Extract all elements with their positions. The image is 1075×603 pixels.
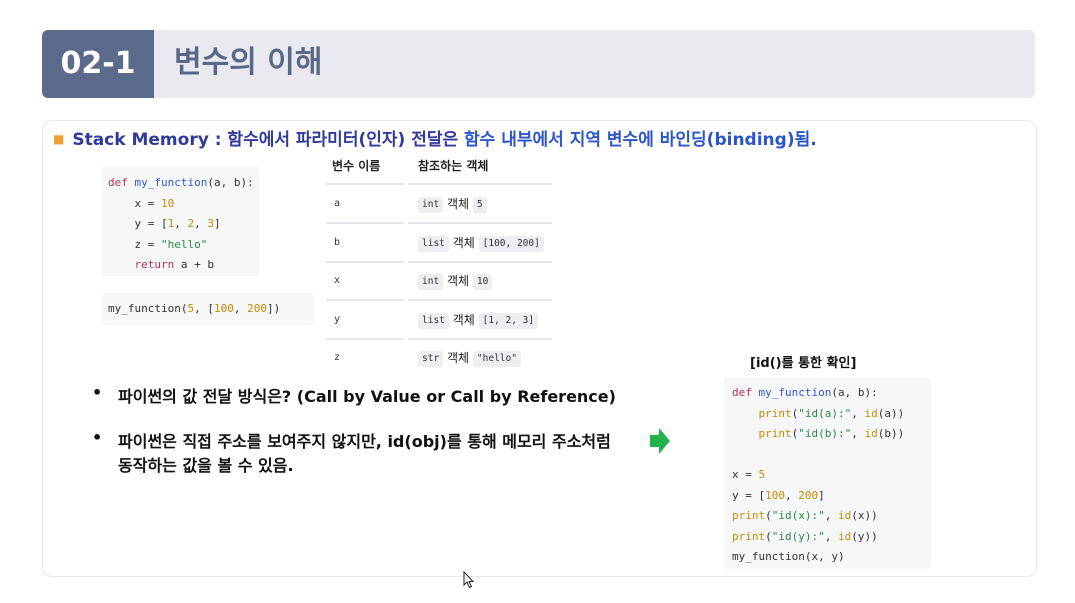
code-id-check: def my_function(a, b): print("id(a):", i… <box>724 378 931 569</box>
bullet-text-cont: 동작하는 값을 볼 수 있음. <box>118 456 294 475</box>
table-row: x int 객체 10 <box>326 262 552 300</box>
code-line: print("id(b):", id(b)) <box>732 427 905 440</box>
code-line: def my_function(a, b): <box>732 386 878 399</box>
code-function-call: my_function(5, [100, 200]) <box>102 293 314 325</box>
bullet-text: 파이썬은 직접 주소를 보여주지 않지만, id(obj)를 통해 메모리 주소… <box>118 432 611 451</box>
code-line: return a + b <box>108 258 214 271</box>
mouse-pointer-icon <box>463 571 475 589</box>
code-line: def my_function(a, b): <box>108 176 254 189</box>
bullet-text: 파이썬의 값 전달 방식은? (Call by Value or Call by… <box>118 387 616 406</box>
id-check-title: [id()를 통한 확인] <box>750 356 857 371</box>
code-line: x = 10 <box>108 196 175 210</box>
slide-title: 변수의 이해 <box>174 45 323 80</box>
code-line: print("id(y):", id(y)) <box>732 529 878 543</box>
code-line: x = 5 <box>732 468 766 481</box>
code-function-def: def my_function(a, b): x = 10 y = [1, 2,… <box>102 166 259 276</box>
code-line: print("id(a):", id(a)) <box>732 406 905 420</box>
right-arrow-icon <box>650 428 670 454</box>
slide-header: 02-1 변수의 이해 <box>42 30 1035 98</box>
table-row: z str 객체 "hello" <box>326 339 552 377</box>
code-line: y = [1, 2, 3] <box>108 217 221 230</box>
main-bullet-highlight: 함수 내부에서 지역 변수에 바인딩(binding)됨. <box>464 130 817 150</box>
code-line: my_function(x, y) <box>732 550 845 563</box>
square-bullet-icon: ■ <box>53 132 65 146</box>
table-header-obj: 참조하는 객체 <box>418 159 489 173</box>
table-row: y list 객체 [1, 2, 3] <box>326 301 552 339</box>
table-row: b list 객체 [100, 200] <box>326 224 552 262</box>
section-number: 02-1 <box>42 30 154 98</box>
main-bullet-label: Stack Memory : 함수에서 파라미터(인자) 전달은 <box>72 130 465 150</box>
table-header-var: 변수 이름 <box>332 159 381 173</box>
code-line: z = "hello" <box>108 237 208 251</box>
table-row: a int 객체 5 <box>326 185 552 223</box>
main-bullet: ■ Stack Memory : 함수에서 파라미터(인자) 전달은 함수 내부에… <box>53 125 817 150</box>
code-line: print("id(x):", id(x)) <box>732 509 878 522</box>
code-line: my_function(5, [100, 200]) <box>108 302 281 315</box>
code-line: y = [100, 200] <box>732 488 825 502</box>
